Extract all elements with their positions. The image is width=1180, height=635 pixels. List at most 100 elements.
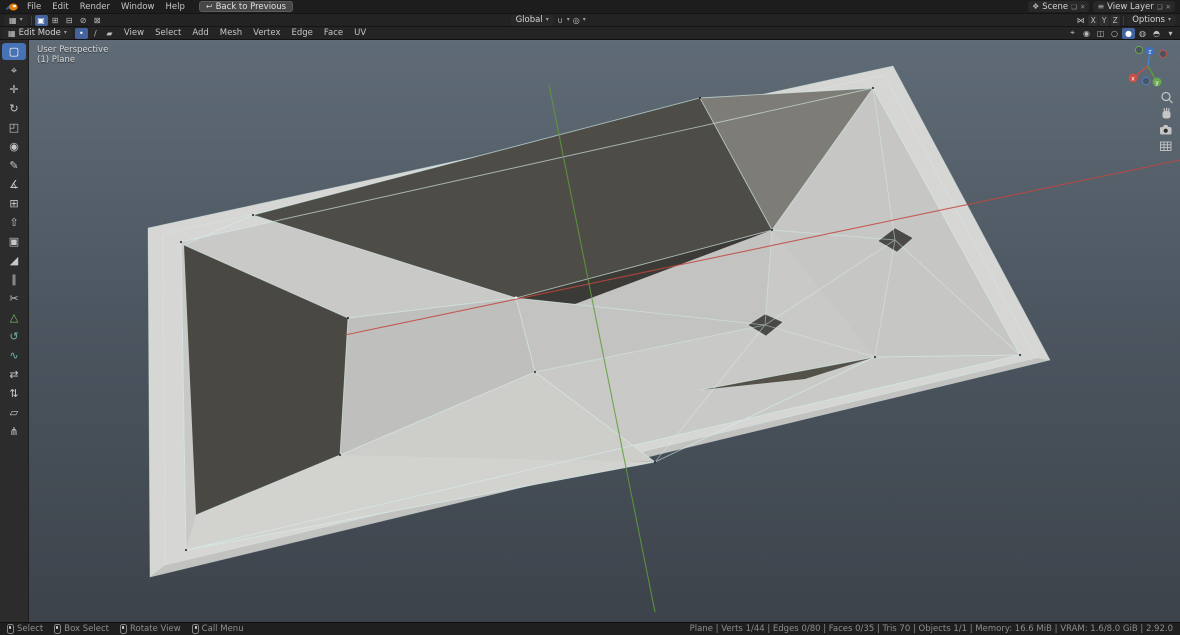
select-mode-intersect[interactable]: ⊠ <box>91 15 104 26</box>
annotate[interactable]: ✎ <box>2 157 26 174</box>
menu-window[interactable]: Window <box>116 1 160 13</box>
bevel[interactable]: ◢ <box>2 252 26 269</box>
remove-view-layer-icon[interactable]: ✕ <box>1166 3 1171 11</box>
hint-label: Box Select <box>64 624 109 634</box>
scene-render[interactable]: x y z <box>0 40 1180 622</box>
extrude-region[interactable]: ⇧ <box>2 214 26 231</box>
shading-rendered[interactable]: ◓ <box>1150 28 1163 39</box>
editor-type-selector[interactable]: ▦ ▾ <box>4 14 28 26</box>
poly-build[interactable]: △ <box>2 309 26 326</box>
menu-view[interactable]: View <box>119 27 149 39</box>
pan-button[interactable] <box>1162 107 1171 119</box>
mode-selector[interactable]: ▦ Edit Mode ▾ <box>3 27 72 39</box>
menu-edge[interactable]: Edge <box>287 27 318 39</box>
gizmo-toggle[interactable]: ⌖ <box>1066 28 1079 39</box>
rotate[interactable]: ↻ <box>2 100 26 117</box>
topbar: File Edit Render Window Help ↩ Back to Previ… <box>0 0 1180 13</box>
blender-logo-icon[interactable] <box>5 2 19 12</box>
select-mode-invert[interactable]: ⊘ <box>77 15 90 26</box>
chevron-down-icon: ▾ <box>545 16 549 23</box>
mouse-left-drag-icon <box>54 624 62 634</box>
gizmo-y-neg[interactable] <box>1134 45 1144 55</box>
move[interactable]: ✛ <box>2 81 26 98</box>
navigation-gizmo[interactable]: x y z <box>1128 45 1168 87</box>
hint-label: Call Menu <box>201 624 244 634</box>
knife[interactable]: ✂ <box>2 290 26 307</box>
select-mode-set[interactable]: ▣ <box>34 14 48 26</box>
keymap-hints: Select Box Select Rotate View Call Menu <box>7 624 255 634</box>
active-object-name: (1) Plane <box>37 55 76 65</box>
select-mode-extend[interactable]: ⊞ <box>49 15 62 26</box>
mesh-plane[interactable] <box>147 65 1051 578</box>
shrink-fatten[interactable]: ⇅ <box>2 385 26 402</box>
menu-vertex[interactable]: Vertex <box>248 27 285 39</box>
mouse-middle-icon <box>119 624 127 634</box>
svg-text:x: x <box>1131 75 1135 82</box>
menu-edit[interactable]: Edit <box>47 1 73 13</box>
menu-mesh[interactable]: Mesh <box>215 27 247 39</box>
menu-select[interactable]: Select <box>150 27 186 39</box>
edge-select[interactable]: / <box>89 28 102 39</box>
view-layer-selector[interactable]: ≡ View Layer ❏ ✕ <box>1093 1 1175 12</box>
inset-faces[interactable]: ▣ <box>2 233 26 250</box>
hand-icon <box>1162 111 1171 119</box>
options-label: Options <box>1132 15 1165 25</box>
shading-material[interactable]: ◍ <box>1136 28 1149 39</box>
measure[interactable]: ∡ <box>2 176 26 193</box>
shading-wireframe[interactable]: ○ <box>1108 28 1121 39</box>
mirror-z-toggle[interactable]: Z <box>1110 14 1121 26</box>
shear[interactable]: ▱ <box>2 404 26 421</box>
menu-help[interactable]: Help <box>160 1 189 13</box>
mirror-x-toggle[interactable]: X <box>1088 14 1099 26</box>
view-name: User Perspective <box>37 45 109 55</box>
proportional-options-caret[interactable]: ▾ <box>583 17 586 23</box>
transform-orientation-label: Global <box>515 15 543 25</box>
mode-label: Edit Mode <box>18 28 61 38</box>
viewport-menus: View Select Add Mesh Vertex Edge Face UV <box>119 27 371 39</box>
viewport-canvas[interactable]: x y z User Perspective (1) Plane ▢ ⌖ ✛ ↻… <box>0 40 1180 622</box>
shading-dropdown[interactable]: ▾ <box>1164 28 1177 39</box>
loop-cut[interactable]: ∥ <box>2 271 26 288</box>
menu-render[interactable]: Render <box>75 1 115 13</box>
viewport-right-controls: ⌖ ◉ ◫ ○ ● ◍ ◓ ▾ <box>1066 27 1177 39</box>
hint-rotate-view: Rotate View <box>119 624 181 634</box>
select-box[interactable]: ▢ <box>2 43 26 60</box>
menu-add[interactable]: Add <box>187 27 213 39</box>
viewport-header: ▦ Edit Mode ▾ • / ▰ View Select Add Mesh Verte… <box>0 27 1180 40</box>
menu-file[interactable]: File <box>22 1 46 13</box>
edge-slide[interactable]: ⇄ <box>2 366 26 383</box>
transform[interactable]: ◉ <box>2 138 26 155</box>
snap-magnet-icon[interactable]: ∪ <box>554 15 567 26</box>
transform-orientation-selector[interactable]: Global ▾ <box>510 14 554 26</box>
smooth[interactable]: ∿ <box>2 347 26 364</box>
overlays-toggle[interactable]: ◉ <box>1080 28 1093 39</box>
options-dropdown[interactable]: Options ▾ <box>1127 14 1176 26</box>
unlink-scene-icon[interactable]: ✕ <box>1080 3 1085 11</box>
vertex-select[interactable]: • <box>74 27 88 39</box>
mouse-right-icon <box>191 624 199 634</box>
cursor[interactable]: ⌖ <box>2 62 26 79</box>
rip-region[interactable]: ⋔ <box>2 423 26 440</box>
zoom-button[interactable] <box>1161 91 1173 104</box>
face-select[interactable]: ▰ <box>103 28 116 39</box>
back-label: Back to Previous <box>215 1 287 12</box>
scene-selector[interactable]: ❖ Scene ❏ ✕ <box>1028 1 1090 12</box>
new-view-layer-icon[interactable]: ❏ <box>1157 3 1163 11</box>
scale[interactable]: ◰ <box>2 119 26 136</box>
svg-text:y: y <box>1155 79 1159 86</box>
menu-face[interactable]: Face <box>319 27 348 39</box>
new-scene-icon[interactable]: ❏ <box>1071 3 1077 11</box>
mirror-y-toggle[interactable]: Y <box>1099 14 1110 26</box>
toggle-projection-button[interactable] <box>1160 141 1172 151</box>
gizmo-x-neg[interactable] <box>1158 49 1168 59</box>
back-to-previous-button[interactable]: ↩ Back to Previous <box>198 1 294 12</box>
select-mode-subtract[interactable]: ⊟ <box>63 15 76 26</box>
xray-toggle[interactable]: ◫ <box>1094 28 1107 39</box>
proportional-editing-icon[interactable]: ◎ <box>570 15 583 26</box>
camera-view-button[interactable] <box>1160 125 1172 135</box>
spin[interactable]: ↺ <box>2 328 26 345</box>
add-cube[interactable]: ⊞ <box>2 195 26 212</box>
menu-uv[interactable]: UV <box>349 27 371 39</box>
gizmo-z-neg[interactable] <box>1141 76 1151 86</box>
shading-solid[interactable]: ● <box>1122 27 1135 39</box>
